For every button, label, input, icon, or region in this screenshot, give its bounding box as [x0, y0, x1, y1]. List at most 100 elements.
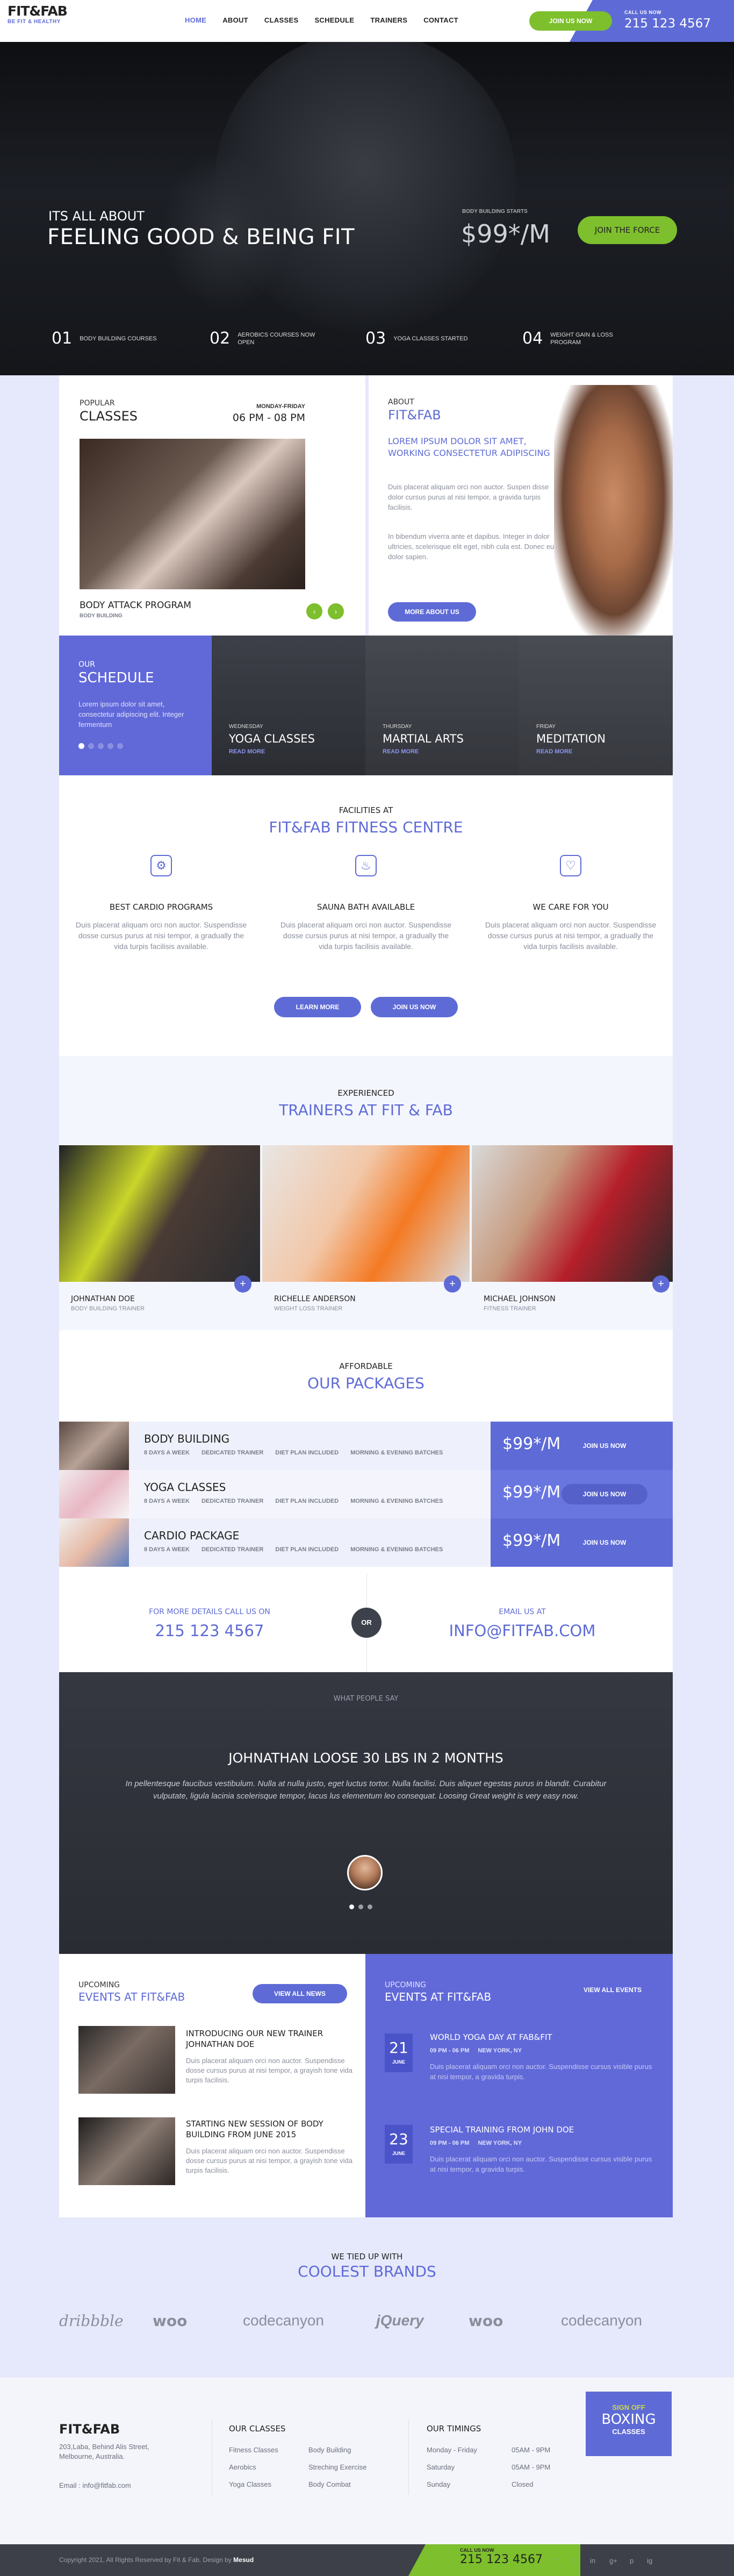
schedule-card[interactable]: WEDNESDAY YOGA CLASSES READ MORE — [212, 636, 365, 775]
brand-logo-dribbble[interactable]: dribbble — [59, 2312, 124, 2330]
pinterest-icon[interactable]: p — [630, 2557, 634, 2565]
footer-logo[interactable]: FIT&FAB — [59, 2422, 120, 2437]
join-us-now-button[interactable]: JOIN US NOW — [371, 997, 458, 1017]
designer-link[interactable]: Mesud — [233, 2556, 254, 2564]
footer-class-link[interactable]: Yoga Classes — [229, 2479, 271, 2491]
facilities-section: FACILITIES AT FIT&FAB FITNESS CENTRE ⚙ B… — [59, 775, 673, 1056]
footer-class-link[interactable]: Aerobics — [229, 2461, 256, 2473]
call-details-number[interactable]: 215 123 4567 — [124, 1622, 296, 1640]
schedule-class: MEDITATION — [536, 732, 606, 745]
event-meta: 09 PM - 06 PM NEW YORK, NY — [430, 2047, 522, 2054]
brand-logo-codecanyon[interactable]: codecanyon — [561, 2312, 642, 2329]
instagram-icon[interactable]: ig — [647, 2557, 652, 2565]
nav-classes[interactable]: CLASSES — [264, 16, 299, 24]
footer-class-link[interactable]: Fitness Classes — [229, 2444, 278, 2456]
plus-icon[interactable]: + — [234, 1275, 251, 1293]
dot-active[interactable] — [349, 1904, 354, 1909]
class-time: 06 PM - 08 PM — [232, 412, 305, 424]
dot[interactable] — [88, 743, 94, 749]
package-join-button[interactable]: JOIN US NOW — [562, 1532, 647, 1553]
trainer-name[interactable]: MICHAEL JOHNSON — [484, 1295, 556, 1303]
news-title-link[interactable]: INTRODUCING OUR NEW TRAINER JOHNATHAN DO… — [186, 2028, 347, 2050]
schedule-class: YOGA CLASSES — [229, 732, 315, 745]
package-tag: MORNING & EVENING BATCHES — [350, 1450, 443, 1456]
call-number[interactable]: 215 123 4567 — [624, 17, 711, 31]
event-title-link[interactable]: WORLD YOGA DAY AT FAB&FIT — [430, 2032, 552, 2042]
footer-call-number[interactable]: 215 123 4567 — [460, 2553, 543, 2566]
feature-number: 02 — [210, 329, 231, 348]
event-time: 09 PM - 06 PM — [430, 2047, 470, 2054]
view-all-events-button[interactable]: VIEW ALL EVENTS — [571, 1986, 654, 1994]
dot-active[interactable] — [78, 743, 84, 749]
join-button[interactable]: JOIN US NOW — [529, 11, 612, 31]
plus-icon[interactable]: + — [444, 1275, 461, 1293]
nav-home[interactable]: HOME — [185, 16, 206, 24]
facility-title: BEST CARDIO PROGRAMS — [109, 902, 213, 912]
footer-divider — [408, 2420, 409, 2495]
twitter-icon[interactable]: t — [573, 2557, 575, 2565]
package-name: CARDIO PACKAGE — [144, 1529, 240, 1542]
brands-small: WE TIED UP WITH — [331, 2252, 403, 2261]
news-title: EVENTS AT FIT&FAB — [78, 1990, 185, 2003]
footer-call-label: CALL US NOW — [460, 2548, 494, 2553]
dot[interactable] — [98, 743, 104, 749]
plus-icon[interactable]: + — [652, 1275, 670, 1293]
dot[interactable] — [117, 743, 123, 749]
package-join-button[interactable]: JOIN US NOW — [562, 1436, 647, 1456]
learn-more-button[interactable]: LEARN MORE — [274, 997, 361, 1017]
class-image — [80, 439, 305, 589]
footer-class-link[interactable]: Body Building — [308, 2444, 351, 2456]
schedule-dots — [78, 743, 123, 749]
footer-class-link[interactable]: Streching Exercise — [308, 2461, 366, 2473]
google-plus-icon[interactable]: g+ — [609, 2557, 617, 2565]
popular-title: CLASSES — [80, 409, 138, 424]
read-more-link[interactable]: READ MORE — [536, 748, 572, 755]
event-title-link[interactable]: SPECIAL TRAINING FROM JOHN DOE — [430, 2125, 574, 2135]
email-link[interactable]: INFO@FITFAB.COM — [436, 1622, 608, 1640]
footer-email[interactable]: Email : info@fitfab.com — [59, 2480, 131, 2492]
facility-text: Duis placerat aliquam orci non auctor. S… — [75, 920, 247, 951]
trainer-name[interactable]: JOHNATHAN DOE — [71, 1295, 135, 1303]
dot[interactable] — [107, 743, 113, 749]
dot[interactable] — [368, 1904, 372, 1909]
news-text: Duis placerat aliquam orci non auctor. S… — [186, 2057, 352, 2084]
package-tag: DIET PLAN INCLUDED — [275, 1450, 339, 1456]
boxing-promo[interactable]: SIGN OFF BOXING CLASSES — [586, 2392, 672, 2456]
package-price: $99*/M — [502, 1531, 561, 1550]
package-tag: 8 DAYS A WEEK — [144, 1546, 190, 1553]
hero-feature: 01 BODY BUILDING COURSES — [52, 329, 160, 348]
facility-item: ♡ WE CARE FOR YOU Duis placerat aliquam … — [485, 855, 657, 952]
trainer-name[interactable]: RICHELLE ANDERSON — [274, 1295, 356, 1303]
brand-logo-woo[interactable]: woo — [153, 2312, 187, 2330]
schedule-text: Lorem ipsum dolor sit amet, consectetur … — [78, 700, 184, 729]
event-date: 21 JUNE — [385, 2033, 413, 2072]
linkedin-icon[interactable]: in — [590, 2557, 595, 2565]
read-more-link[interactable]: READ MORE — [383, 748, 419, 755]
timings-heading: OUR TIMINGS — [427, 2424, 481, 2434]
read-more-link[interactable]: READ MORE — [229, 748, 265, 755]
nav-contact[interactable]: CONTACT — [423, 16, 458, 24]
chevron-right-icon[interactable]: › — [328, 603, 344, 619]
nav-trainers[interactable]: TRAINERS — [370, 16, 407, 24]
feature-number: 03 — [365, 329, 386, 348]
schedule-card[interactable]: FRIDAY MEDITATION READ MORE — [519, 636, 673, 775]
nav-about[interactable]: ABOUT — [222, 16, 248, 24]
brand-logo-woo[interactable]: woo — [469, 2312, 503, 2330]
more-about-us-button[interactable]: MORE ABOUT US — [388, 602, 476, 622]
about-paragraph-1: Duis placerat aliquam orci non auctor. S… — [388, 483, 549, 511]
logo[interactable]: FIT&FAB BE FIT & HEALTHY — [8, 3, 68, 25]
dot[interactable] — [358, 1904, 363, 1909]
timing-hours: 05AM - 9PM — [512, 2463, 551, 2471]
nav-schedule[interactable]: SCHEDULE — [314, 16, 354, 24]
facebook-icon[interactable]: f — [555, 2557, 557, 2565]
brand-logo-codecanyon[interactable]: codecanyon — [243, 2312, 324, 2329]
chevron-left-icon[interactable]: ‹ — [306, 603, 322, 619]
footer-class-link[interactable]: Body Combat — [308, 2479, 351, 2491]
package-join-button[interactable]: JOIN US NOW — [562, 1484, 647, 1504]
news-title-link[interactable]: STARTING NEW SESSION OF BODY BUILDING FR… — [186, 2118, 347, 2140]
copyright-text: Copyright 2021, All Rights Reserved by F… — [59, 2556, 232, 2564]
view-all-news-button[interactable]: VIEW ALL NEWS — [253, 1984, 347, 2003]
brand-logo-jquery[interactable]: jQuery — [376, 2312, 424, 2329]
join-the-force-button[interactable]: JOIN THE FORCE — [578, 216, 677, 244]
schedule-card[interactable]: THURSDAY MARTIAL ARTS READ MORE — [365, 636, 519, 775]
